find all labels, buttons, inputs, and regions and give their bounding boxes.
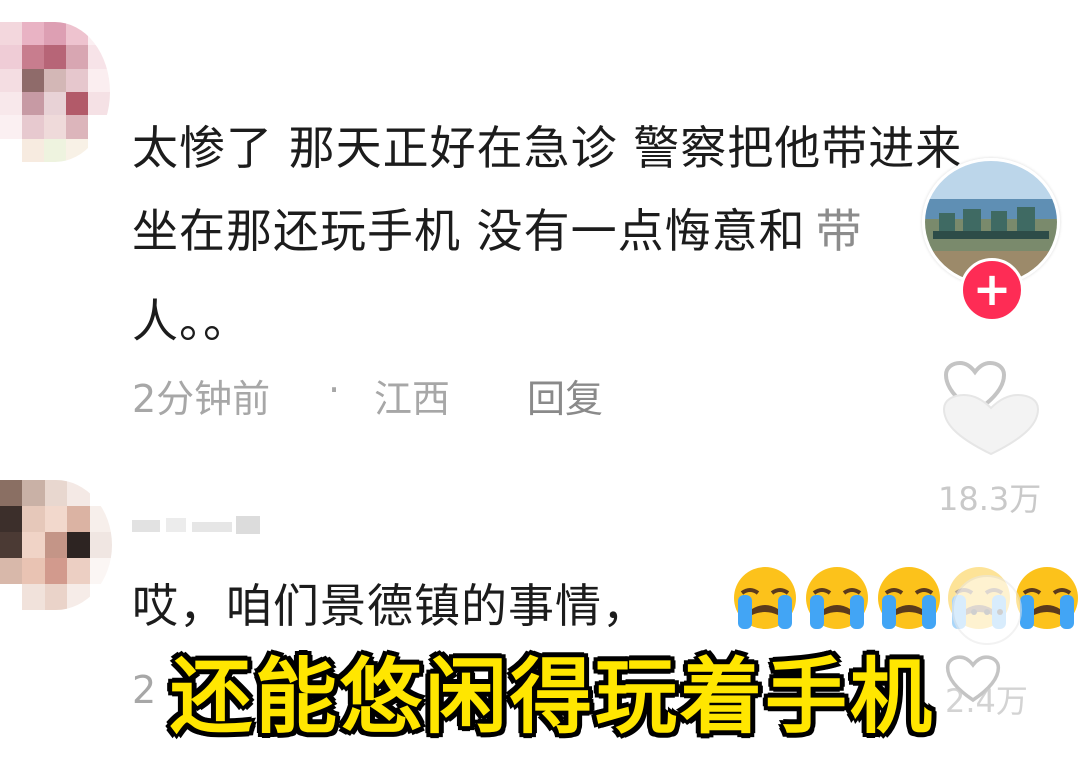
- pixelated-avatar-image: [0, 22, 110, 162]
- comment-text: 哎，咱们景德镇的事情，: [132, 579, 649, 633]
- meta-separator: ·: [328, 368, 341, 412]
- comment-time: 2分钟前: [132, 377, 271, 421]
- comment-text-line-2: 坐在那还玩手机 没有一点悔意和带: [132, 195, 863, 261]
- comment-text-line-1: 太惨了 那天正好在急诊 警察把他带进来: [132, 121, 963, 175]
- comment-text-line-3: 人。。: [132, 294, 250, 348]
- comment-feed: 太惨了 那天正好在急诊 警察把他带进来 坐在那还玩手机 没有一点悔意和带 人。。…: [0, 0, 1080, 765]
- loudly-crying-emoji: [806, 567, 868, 629]
- video-subtitle: 还能悠闲得玩着手机: [170, 650, 936, 745]
- pixelated-avatar-image: [0, 480, 112, 610]
- loudly-crying-emoji: [734, 567, 796, 629]
- like-count: 2.4万: [945, 682, 1028, 720]
- comment-time: 2: [132, 668, 157, 712]
- avatar[interactable]: [0, 22, 110, 162]
- username-blur-shape: [132, 516, 260, 534]
- comment-text-partial-char: 带: [815, 204, 863, 258]
- username-redacted[interactable]: [132, 514, 262, 536]
- avatar[interactable]: [0, 480, 112, 610]
- comment-location: 江西: [374, 377, 451, 421]
- share-circle-icon[interactable]: [944, 572, 1030, 648]
- like-count: 18.3万: [938, 480, 1042, 518]
- reply-button[interactable]: 回复: [527, 368, 603, 423]
- comment-text-line-2-text: 坐在那还玩手机 没有一点悔意和: [132, 204, 806, 258]
- follow-plus-button[interactable]: +: [960, 258, 1024, 322]
- loudly-crying-emoji: [878, 567, 940, 629]
- heart-icon-ghost: [942, 393, 1040, 456]
